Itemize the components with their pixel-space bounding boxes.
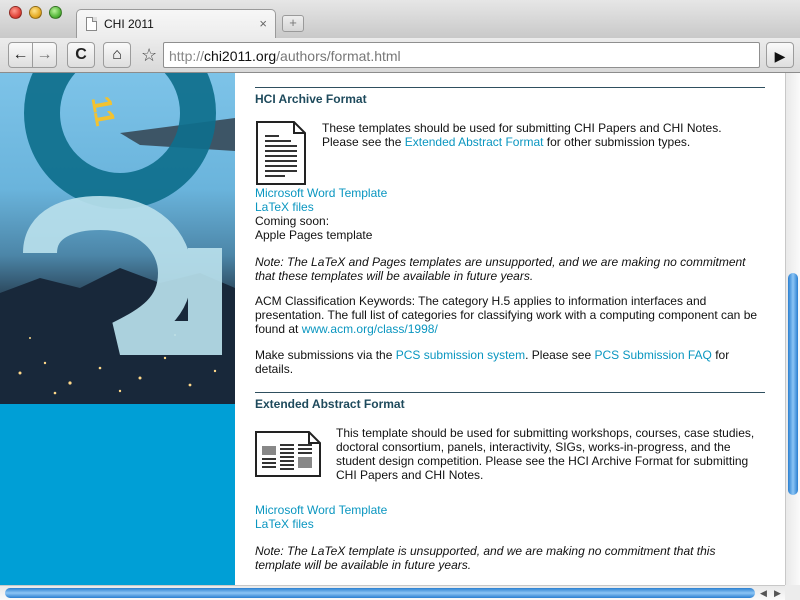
bookmark-star-icon[interactable]: ☆ — [141, 42, 163, 68]
extended-template-links: Microsoft Word Template LaTeX files — [255, 503, 765, 531]
extended-note: Note: The LaTeX template is unsupported,… — [255, 544, 765, 572]
hci-intro-text: Please see the — [322, 135, 405, 149]
window-titlebar: CHI 2011 × + — [0, 0, 800, 39]
extended-abstract-link[interactable]: Extended Abstract Format — [405, 135, 544, 149]
apple-pages-label: Apple Pages template — [255, 228, 373, 242]
scroll-right-icon[interactable]: ▶ — [771, 587, 784, 600]
acm-class-link[interactable]: www.acm.org/class/1998/ — [302, 322, 438, 336]
hci-word-template-link[interactable]: Microsoft Word Template — [255, 186, 765, 200]
document-icon — [256, 121, 306, 185]
forward-button[interactable]: → — [32, 42, 57, 68]
extended-intro-line-4: CHI Papers and CHI Notes. — [336, 468, 484, 482]
extended-intro-line-1: This template should be used for submitt… — [336, 426, 755, 440]
page-viewport: 11 HCI Archive Format These templates sh… — [0, 73, 785, 585]
hci-intro: These templates should be used for submi… — [322, 121, 762, 149]
browser-toolbar: ← → C ⌂ ☆ http://chi2011.org/authors/for… — [0, 38, 800, 73]
go-button[interactable]: ▶ — [766, 42, 794, 68]
scroll-left-icon[interactable]: ◀ — [757, 587, 770, 600]
extended-note-line-2: template will be available in future yea… — [255, 558, 472, 572]
extended-abstract-heading: Extended Abstract Format — [255, 397, 405, 411]
pcs-text-end: for — [711, 348, 730, 362]
minimize-window-button[interactable] — [29, 6, 42, 19]
pcs-text-mid: . Please see — [525, 348, 595, 362]
close-tab-icon[interactable]: × — [259, 16, 267, 31]
pcs-text: Make submissions via the — [255, 348, 396, 362]
url-host: chi2011.org — [204, 48, 277, 64]
logo-small-numerals: 11 — [85, 93, 122, 129]
extended-note-line-1: Note: The LaTeX template is unsupported,… — [255, 544, 716, 558]
acm-keywords: ACM Classification Keywords: The categor… — [255, 294, 765, 336]
extended-intro-line-3: student design competition. Please see t… — [336, 454, 749, 468]
acm-line-1: ACM Classification Keywords: The categor… — [255, 294, 707, 308]
hci-intro-line-2: Please see the Extended Abstract Format … — [322, 135, 762, 149]
divider — [255, 87, 765, 88]
horizontal-scroll-thumb[interactable] — [5, 588, 755, 598]
extended-intro: This template should be used for submitt… — [336, 426, 764, 482]
pcs-line-1: Make submissions via the PCS submission … — [255, 348, 765, 362]
acm-line-2: presentation. The full list of categorie… — [255, 308, 758, 322]
hci-intro-text-end: for other submission types. — [543, 135, 691, 149]
back-button[interactable]: ← — [8, 42, 33, 68]
hci-latex-link[interactable]: LaTeX files — [255, 200, 765, 214]
extended-word-template-link[interactable]: Microsoft Word Template — [255, 503, 765, 517]
divider — [255, 392, 765, 393]
vertical-scrollbar[interactable] — [785, 73, 800, 585]
close-window-button[interactable] — [9, 6, 22, 19]
hci-note-line-2: that these templates will be available i… — [255, 269, 534, 283]
reload-button[interactable]: C — [67, 42, 95, 68]
acm-line-3: found at www.acm.org/class/1998/ — [255, 322, 765, 336]
hci-archive-heading: HCI Archive Format — [255, 92, 367, 106]
vertical-scroll-thumb[interactable] — [788, 273, 798, 495]
url-path: /authors/format.html — [276, 48, 401, 64]
pcs-faq-link[interactable]: PCS Submission FAQ — [594, 348, 711, 362]
pcs-submission: Make submissions via the PCS submission … — [255, 348, 765, 376]
extended-abstract-icon — [255, 431, 321, 477]
horizontal-scrollbar[interactable]: ◀ ▶ — [0, 585, 785, 600]
acm-text: found at — [255, 322, 302, 336]
hci-template-links: Microsoft Word Template LaTeX files Comi… — [255, 186, 765, 242]
extended-latex-link[interactable]: LaTeX files — [255, 517, 765, 531]
hci-note-line-1: Note: The LaTeX and Pages templates are … — [255, 255, 746, 269]
hci-intro-line-1: These templates should be used for submi… — [322, 121, 722, 135]
new-tab-button[interactable]: + — [282, 15, 304, 32]
address-bar[interactable]: http://chi2011.org/authors/format.html — [163, 42, 760, 68]
browser-tab[interactable]: CHI 2011 × — [76, 9, 276, 39]
banner-photo: 11 — [0, 73, 235, 404]
pcs-line-2: details. — [255, 362, 294, 376]
extended-intro-line-2: doctoral consortium, panels, interactivi… — [336, 440, 731, 454]
coming-soon-label: Coming soon: — [255, 214, 330, 228]
url-text: http://chi2011.org/authors/format.html — [169, 48, 401, 64]
hci-note: Note: The LaTeX and Pages templates are … — [255, 255, 765, 283]
url-scheme: http:// — [169, 48, 205, 64]
sidebar-banner: 11 — [0, 73, 235, 585]
zoom-window-button[interactable] — [49, 6, 62, 19]
tab-title: CHI 2011 — [104, 17, 154, 31]
page-icon — [86, 17, 97, 31]
resize-corner[interactable] — [785, 585, 800, 600]
home-button[interactable]: ⌂ — [103, 42, 131, 68]
pcs-system-link[interactable]: PCS submission system — [396, 348, 525, 362]
